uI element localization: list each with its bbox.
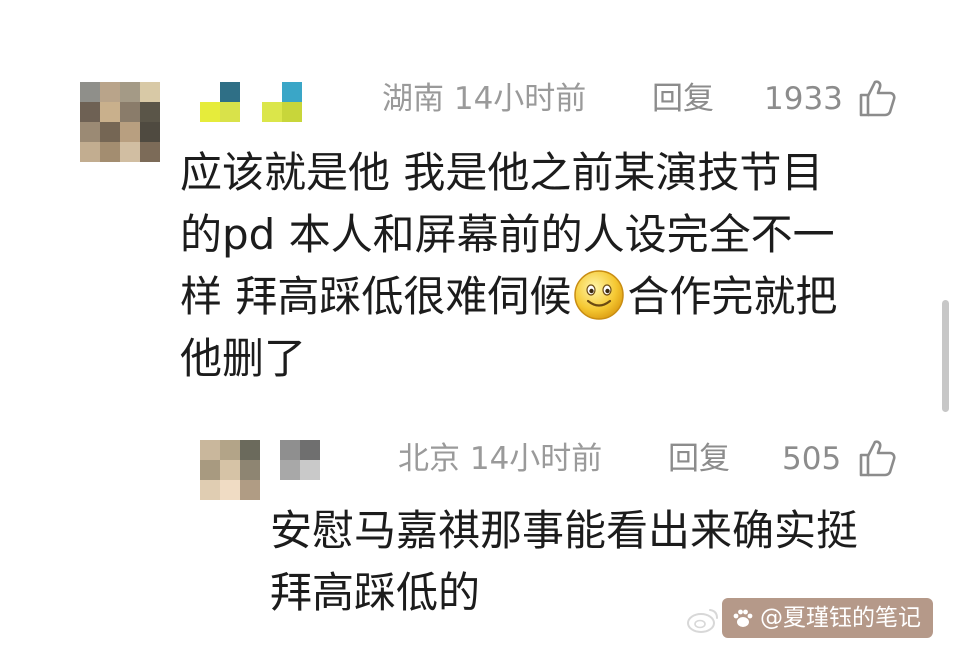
weibo-logo-icon [687,609,718,633]
comment-line: 的pd 本人和屏幕前的人设完全不一 [180,210,835,259]
reply-button[interactable]: 回复 [668,444,730,475]
comment-location-time: 北京 14小时前 [398,441,603,477]
comment-line: 样 拜高踩低很难伺候 [180,272,572,321]
smiling-face-emoji-icon [574,270,625,320]
thumbs-up-icon[interactable] [858,438,896,478]
comment-line: 合作完就把 [627,272,838,321]
comment-line: 他删了 [180,334,307,383]
comment-line: 应该就是他 我是他之前某演技节目 [180,148,824,197]
username-mosaic[interactable] [280,440,320,480]
reply-button[interactable]: 回复 [652,84,714,115]
comment-line: 安慰马嘉祺那事能看出来确实挺 [270,506,859,555]
avatar[interactable] [200,440,260,500]
comment-line-with-emoji: 样 拜高踩低很难伺候 合作完就把 [180,266,880,328]
paw-icon [733,609,753,627]
username-mosaic[interactable] [200,82,240,122]
like-count: 1933 [764,81,843,117]
like-count: 505 [782,441,842,477]
comment-location-time: 湖南 14小时前 [382,81,587,117]
username-mosaic[interactable] [262,82,302,122]
watermark: @夏瑾钰的笔记 [722,598,933,638]
watermark-text: @夏瑾钰的笔记 [760,605,921,631]
thumbs-up-icon[interactable] [858,78,896,118]
scrollbar[interactable] [942,300,949,412]
avatar[interactable] [80,82,160,162]
comment-text: 应该就是他 我是他之前某演技节目 的pd 本人和屏幕前的人设完全不一 样 拜高踩… [180,142,880,390]
